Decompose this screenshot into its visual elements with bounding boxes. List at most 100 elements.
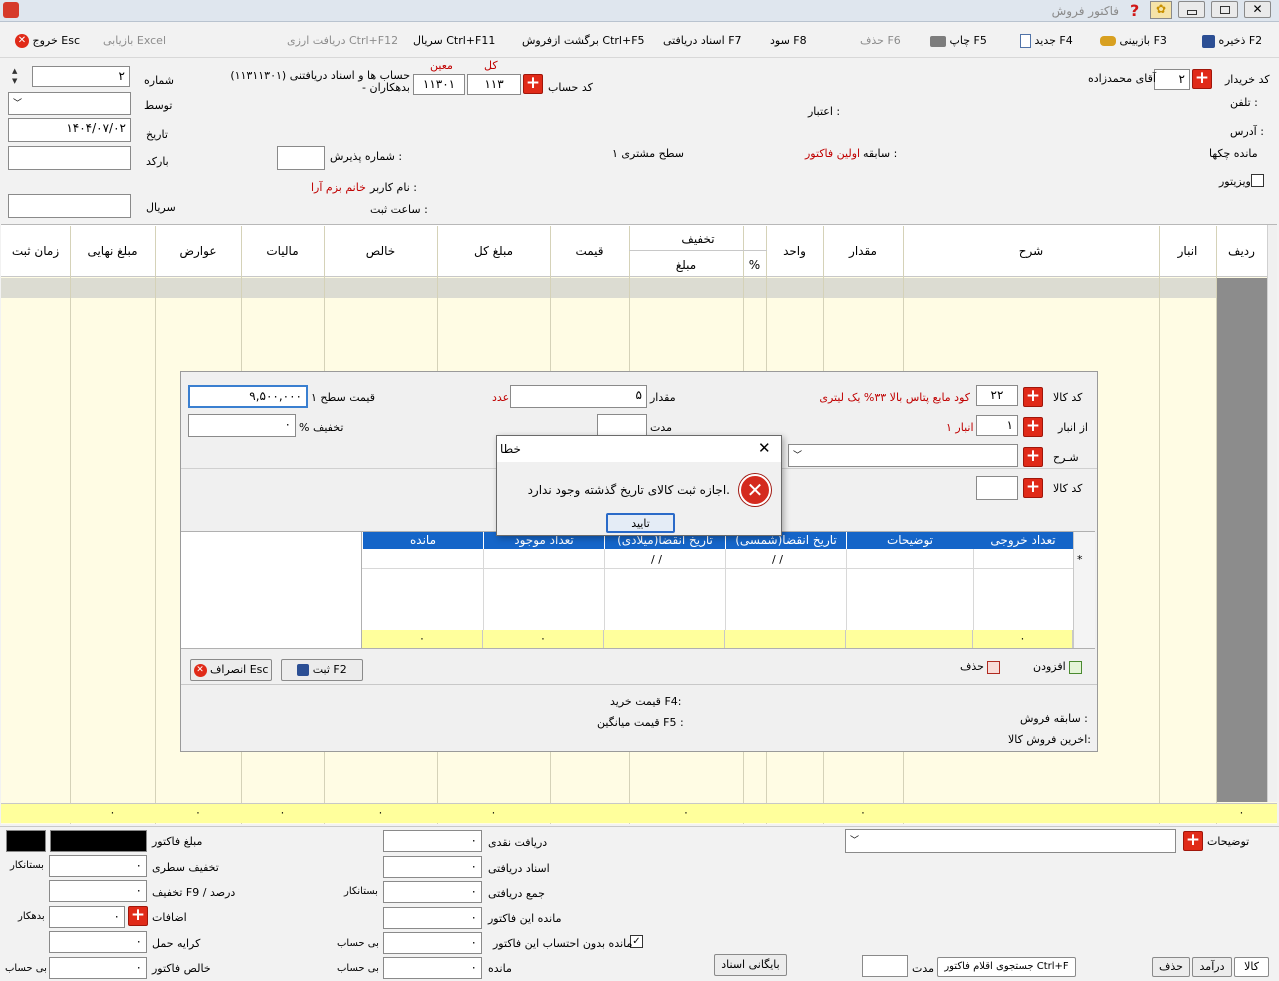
store-add-button[interactable]: + <box>1023 417 1043 437</box>
by-select[interactable]: ﹀ <box>8 92 131 115</box>
minimize-icon[interactable] <box>1178 1 1205 18</box>
col-description[interactable]: شرح <box>903 244 1159 258</box>
col-discount-amount[interactable]: مبلغ <box>629 258 743 272</box>
col-store[interactable]: انبار <box>1159 244 1216 258</box>
col-price[interactable]: قیمت <box>550 244 629 258</box>
print-button[interactable]: چاپ F5 <box>930 32 987 50</box>
col-total[interactable]: مبلغ کل <box>437 244 550 258</box>
add-button[interactable]: افزودن <box>1033 660 1083 674</box>
excel-button[interactable]: بازیابی Excel <box>103 32 166 50</box>
restore-icon[interactable] <box>1211 1 1238 18</box>
avg-price-label: قیمت میانگین F5 : <box>597 716 684 729</box>
reception-input[interactable] <box>277 146 325 170</box>
search-items-button[interactable]: جستجوی اقلام فاکتور Ctrl+F <box>937 957 1076 977</box>
save-button[interactable]: ذخیره F2 <box>1198 32 1262 50</box>
exit-button[interactable]: ✕ خروج Esc <box>15 32 80 50</box>
item-code2-input[interactable] <box>976 476 1018 500</box>
remove-button[interactable]: حذف <box>960 660 1001 674</box>
kol-input[interactable]: ۱۱۳ <box>467 74 521 95</box>
desc-add-button[interactable]: + <box>1023 447 1043 467</box>
cancel-button[interactable]: ✕ انصراف Esc <box>190 659 272 681</box>
cash-input[interactable]: ۰ <box>383 830 482 852</box>
received-docs-button[interactable]: اسناد دریافتی F7 <box>663 32 742 50</box>
item-code-input[interactable]: ۲۲ <box>976 385 1018 406</box>
settings-icon[interactable]: ✿ <box>1150 1 1172 19</box>
desc-select[interactable]: ﹀ <box>788 444 1018 467</box>
serial-button[interactable]: سریال Ctrl+F11 <box>413 32 495 50</box>
new-button[interactable]: جدید F4 <box>1020 32 1073 50</box>
close-window-icon[interactable]: ✕ <box>1244 1 1271 18</box>
freight-input[interactable]: ۰ <box>49 931 147 953</box>
invoice-balance-input[interactable]: ۰ <box>383 907 482 929</box>
archive-button[interactable]: بایگانی اسناد <box>714 954 787 976</box>
additions-add-button[interactable]: + <box>128 906 148 926</box>
user-label: نام کاربر : <box>370 181 417 194</box>
number-spinner[interactable]: ▲ ▼ <box>12 66 24 88</box>
buyer-code-input[interactable]: ۲ <box>1154 69 1190 90</box>
discount-input[interactable]: ۰ <box>188 414 296 437</box>
line-discount-input[interactable]: ۰ <box>49 855 147 877</box>
buyer-code-label: کد خریدار <box>1225 73 1270 86</box>
delete-tab[interactable]: حذف <box>1152 957 1190 977</box>
barcode-input[interactable] <box>8 146 131 170</box>
col-tax[interactable]: مالیات <box>241 244 324 258</box>
number-input[interactable]: ۲ <box>32 66 130 87</box>
exp-shamsi-cell[interactable]: / / <box>772 553 783 567</box>
duration-footer-input[interactable] <box>862 955 908 977</box>
grid-selected-row[interactable] <box>1 278 1267 298</box>
delete-button[interactable]: حذف F6 <box>860 32 901 50</box>
currency-button[interactable]: دریافت ارزی Ctrl+F12 <box>287 32 398 50</box>
toolbar-divider <box>0 57 1279 58</box>
item-code2-label: کد کالا <box>1053 482 1083 495</box>
col-reg-time[interactable]: زمان ثبت <box>1 244 70 258</box>
help-icon[interactable]: ? <box>1130 1 1139 20</box>
barcode-label: بارکد <box>146 155 169 168</box>
moein-input[interactable]: ۱۱۳۰۱ <box>413 74 465 95</box>
duration-input[interactable] <box>597 414 647 437</box>
exp-col-out-qty[interactable]: تعداد خروجی <box>973 532 1073 549</box>
col-discount-pct[interactable]: % <box>743 258 766 272</box>
account-add-button[interactable]: + <box>523 74 543 94</box>
notes-select[interactable]: ﹀ <box>845 829 1176 853</box>
store-input[interactable]: ۱ <box>976 415 1018 436</box>
discount-pct-input[interactable]: ۰ <box>49 880 147 902</box>
total-received-label: جمع دریافتی <box>488 887 545 900</box>
exp-miladi-cell[interactable]: / / <box>651 553 662 567</box>
buyer-name: آقای محمدزاده <box>1088 72 1156 85</box>
goods-tab[interactable]: کالا <box>1234 957 1269 977</box>
item-code2-add-button[interactable]: + <box>1023 478 1043 498</box>
price-input[interactable]: ۹,۵۰۰,۰۰۰ <box>188 385 308 408</box>
total-received-input[interactable]: ۰ <box>383 881 482 903</box>
additions-input[interactable]: ۰ <box>49 906 125 928</box>
item-code-add-button[interactable]: + <box>1023 387 1043 407</box>
glasses-icon <box>1100 36 1116 46</box>
serial-input[interactable] <box>8 194 131 218</box>
date-label: تاریخ <box>146 128 168 141</box>
profit-button[interactable]: سود F8 <box>770 32 807 50</box>
docs-input[interactable]: ۰ <box>383 856 482 878</box>
dialog-ok-button[interactable]: تایید <box>606 513 675 533</box>
recover-button[interactable]: بازبینی F3 <box>1100 32 1167 50</box>
qty-input[interactable]: ۵ <box>510 385 647 408</box>
income-tab[interactable]: درآمد <box>1192 957 1232 977</box>
exp-col-balance[interactable]: مانده <box>362 532 483 549</box>
col-unit[interactable]: واحد <box>766 244 823 258</box>
balance-input[interactable]: ۰ <box>383 957 482 979</box>
col-final-amount[interactable]: مبلغ نهایی <box>70 244 155 258</box>
buyer-add-button[interactable]: + <box>1192 69 1212 89</box>
net-invoice-input[interactable]: ۰ <box>49 957 147 979</box>
notes-add-button[interactable]: + <box>1183 831 1203 851</box>
col-row[interactable]: ردیف <box>1216 244 1267 258</box>
balance-excl-input[interactable]: ۰ <box>383 932 482 954</box>
grid-scrollbar[interactable] <box>1267 225 1277 802</box>
return-sale-button[interactable]: برگشت ازفروش Ctrl+F5 <box>522 32 645 50</box>
register-button[interactable]: ثبت F2 <box>281 659 363 681</box>
col-duty[interactable]: عوارض <box>155 244 241 258</box>
col-net[interactable]: خالص <box>324 244 437 258</box>
date-input[interactable]: ۱۴۰۴/۰۷/۰۲ <box>8 118 131 142</box>
col-quantity[interactable]: مقدار <box>823 244 903 258</box>
exp-col-notes[interactable]: توضیحات <box>846 532 973 549</box>
price-label: قیمت سطح ۱ <box>311 391 375 404</box>
visitor-checkbox[interactable] <box>1251 174 1264 187</box>
dialog-close-icon[interactable]: ✕ <box>758 439 771 457</box>
